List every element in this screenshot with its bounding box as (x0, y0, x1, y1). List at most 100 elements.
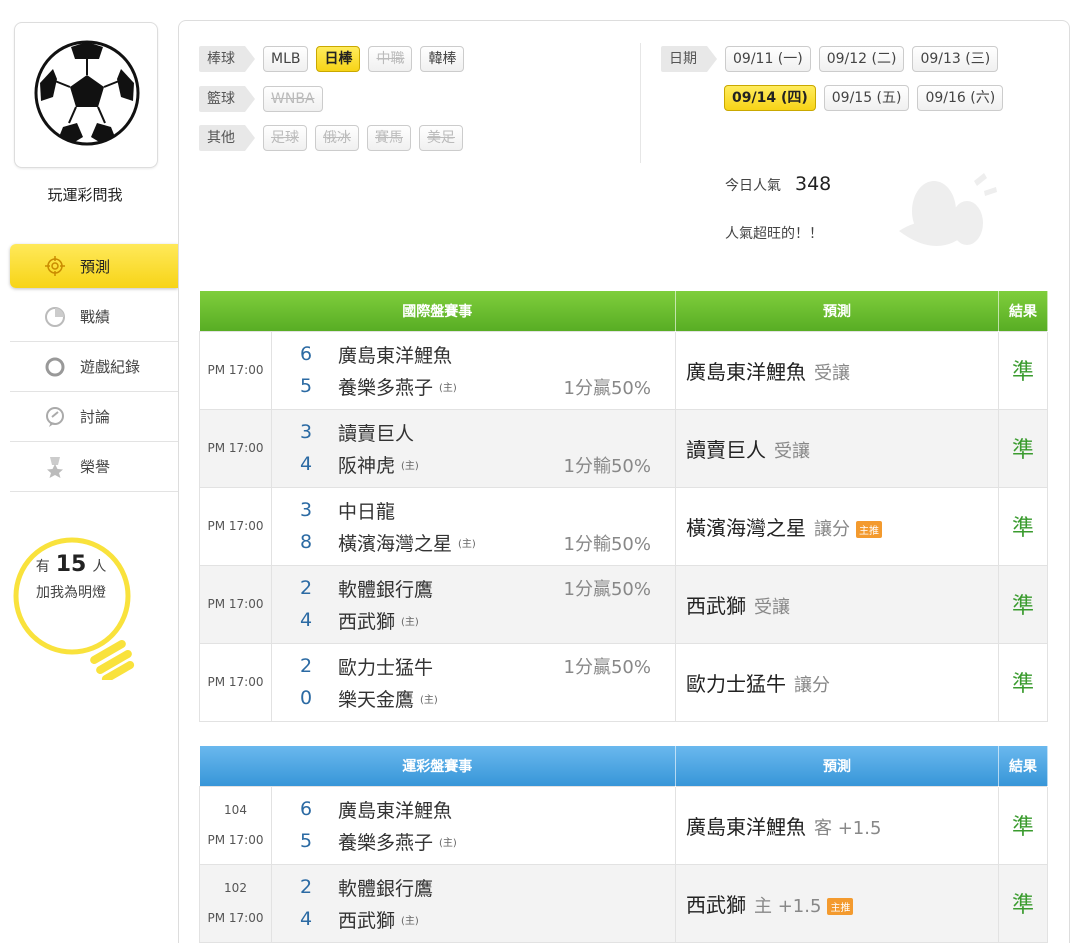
chip-khl: 俄冰 (315, 125, 359, 151)
fan-suffix: 人 (92, 559, 107, 575)
prediction-type: 客 +1.5 (814, 817, 882, 839)
prediction-team: 讀賣巨人 (686, 437, 766, 462)
team-name[interactable]: 養樂多燕子 (338, 373, 433, 400)
nav-item-record[interactable]: 戰績 (10, 292, 178, 342)
nav-label: 戰績 (80, 308, 111, 326)
col-header-result: 結果 (998, 291, 1048, 331)
chip-kbo[interactable]: 韓棒 (420, 46, 465, 72)
chart-icon (44, 306, 66, 328)
sidebar-nav: 預測 戰績 遊戲紀錄 討論 榮譽 (10, 244, 190, 492)
divider (640, 43, 641, 163)
match-time: 104 PM 17:00 (199, 785, 272, 865)
table-row: PM 17:00 3 中日龍 8 橫濱海灣之星 (主) 1分輸50% 橫濱海灣之星 讓分… (199, 486, 1048, 566)
prediction: 橫濱海灣之星 讓分 主推 (675, 486, 999, 566)
result: 準 (998, 486, 1048, 566)
top-pick-badge: 主推 (856, 520, 882, 538)
prediction: 廣島東洋鯉魚 受讓 (675, 330, 999, 410)
avatar[interactable] (14, 22, 158, 168)
match-time: PM 17:00 (199, 330, 272, 410)
result: 準 (998, 642, 1048, 722)
follow-link[interactable]: 加我為明燈 (16, 580, 126, 606)
fan-number: 15 (55, 552, 87, 577)
date-chip[interactable]: 09/12 (二) (818, 46, 905, 72)
team-name[interactable]: 廣島東洋鯉魚 (338, 796, 452, 823)
date-chip[interactable]: 09/13 (三) (912, 46, 999, 72)
team-name[interactable]: 軟體銀行鷹 (338, 575, 433, 602)
team-name[interactable]: 中日龍 (338, 497, 395, 524)
prediction-type: 受讓 (774, 440, 810, 462)
team-name[interactable]: 軟體銀行鷹 (338, 874, 433, 901)
prediction-type: 讓分 (814, 518, 850, 540)
table-row: PM 17:00 2 軟體銀行鷹 4 西武獅 (主) 1分贏50% 西武獅 受讓 準 (199, 564, 1048, 644)
nav-item-predict[interactable]: 預測 (10, 244, 190, 288)
host-marker: (主) (401, 460, 419, 472)
host-marker: (主) (458, 538, 476, 550)
match-teams: 2 軟體銀行鷹 4 西武獅 (主) (271, 863, 676, 943)
fan-prefix: 有 (35, 559, 50, 575)
game-time: PM 17:00 (207, 911, 264, 925)
sidebar: 玩運彩問我 預測 戰績 遊戲紀錄 討論 榮譽 有 15 人 加我為明燈 (10, 22, 190, 943)
filter-label: 其他 (199, 125, 255, 151)
chip-horse: 賽馬 (367, 125, 411, 151)
chip-npb[interactable]: 日棒 (316, 46, 361, 72)
chip-mlb[interactable]: MLB (263, 46, 309, 72)
chip-soccer: 足球 (263, 125, 307, 151)
score: 3 (300, 499, 313, 521)
match-teams: 3 讀賣巨人 4 阪神虎 (主) 1分輸50% (271, 408, 676, 488)
score: 2 (300, 577, 313, 599)
team-name[interactable]: 西武獅 (338, 906, 395, 933)
date-chip[interactable]: 09/16 (六) (917, 85, 1004, 111)
match-time: PM 17:00 (199, 642, 272, 722)
prediction: 西武獅 受讓 (675, 564, 999, 644)
score: 4 (300, 609, 313, 631)
score: 3 (300, 421, 313, 443)
col-header-prediction: 預測 (675, 291, 999, 331)
filter-baseball: 棒球 MLB 日棒 中職 韓棒 (199, 46, 472, 72)
chip-cpbl: 中職 (368, 46, 413, 72)
cheering-figure-icon (899, 173, 997, 246)
team-name[interactable]: 阪神虎 (338, 451, 395, 478)
host-marker: (主) (401, 616, 419, 628)
chip-nfl: 美足 (419, 125, 463, 151)
nav-label: 榮譽 (80, 458, 111, 476)
prediction: 歐力士猛牛 讓分 (675, 642, 999, 722)
date-chip[interactable]: 09/15 (五) (823, 85, 910, 111)
nav-item-game-log[interactable]: 遊戲紀錄 (10, 342, 178, 392)
nav-item-honor[interactable]: 榮譽 (10, 442, 178, 492)
team-name[interactable]: 養樂多燕子 (338, 828, 433, 855)
nav-item-discussion[interactable]: 討論 (10, 392, 178, 442)
team-name[interactable]: 廣島東洋鯉魚 (338, 341, 452, 368)
table-row: PM 17:00 2 歐力士猛牛 0 樂天金鷹 (主) 1分贏50% 歐力士猛牛 讓分 … (199, 642, 1048, 722)
match-teams: 2 歐力士猛牛 0 樂天金鷹 (主) 1分贏50% (271, 642, 676, 722)
nav-label: 預測 (80, 257, 111, 276)
match-teams: 6 廣島東洋鯉魚 5 養樂多燕子 (主) 1分贏50% (271, 330, 676, 410)
score: 8 (300, 531, 313, 553)
host-marker: (主) (401, 915, 419, 927)
popularity-label: 今日人氣 (725, 178, 781, 194)
filter-other: 其他 足球 俄冰 賽馬 美足 (199, 125, 471, 151)
popularity-message: 人氣超旺的！！ (725, 226, 823, 242)
host-marker: (主) (439, 837, 457, 849)
prediction-type: 受讓 (754, 596, 790, 618)
team-name[interactable]: 橫濱海灣之星 (338, 529, 452, 556)
result: 準 (998, 785, 1048, 865)
prediction-type: 主 +1.5 (754, 895, 822, 917)
team-name[interactable]: 樂天金鷹 (338, 685, 414, 712)
team-name[interactable]: 歐力士猛牛 (338, 653, 433, 680)
score: 2 (300, 655, 313, 677)
score: 5 (300, 830, 313, 852)
team-name[interactable]: 讀賣巨人 (338, 419, 414, 446)
match-teams: 6 廣島東洋鯉魚 5 養樂多燕子 (主) (271, 785, 676, 865)
ring-icon (44, 356, 66, 378)
date-chip-selected[interactable]: 09/14 (四) (724, 85, 816, 111)
top-pick-badge: 主推 (827, 897, 854, 915)
match-time: PM 17:00 (199, 564, 272, 644)
date-chip[interactable]: 09/11 (一) (725, 46, 811, 72)
score: 4 (300, 453, 313, 475)
fan-count[interactable]: 有 15 人 加我為明燈 (16, 552, 126, 606)
table-row: PM 17:00 3 讀賣巨人 4 阪神虎 (主) 1分輸50% 讀賣巨人 受讓 準 (199, 408, 1048, 488)
team-name[interactable]: 西武獅 (338, 607, 395, 634)
result: 準 (998, 863, 1048, 943)
prediction-team: 西武獅 (686, 892, 746, 917)
table-row: PM 17:00 6 廣島東洋鯉魚 5 養樂多燕子 (主) 1分贏50% 廣島東洋鯉魚… (199, 330, 1048, 410)
